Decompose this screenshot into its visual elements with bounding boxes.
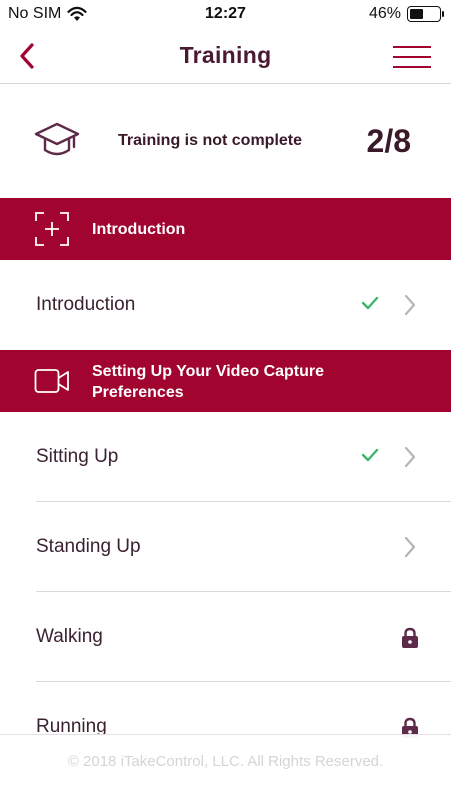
video-camera-icon [34, 369, 69, 393]
section-title: Setting Up Your Video Capture Preference… [92, 363, 325, 401]
training-status-text: Training is not complete [118, 132, 303, 149]
chevron-right-icon [404, 446, 416, 468]
menu-button[interactable] [393, 44, 433, 70]
list-item-walking[interactable]: Walking [0, 592, 451, 682]
check-icon [361, 448, 379, 462]
chevron-right-icon [404, 536, 416, 558]
page-title: Training [179, 42, 272, 68]
list-item-label: Walking [36, 626, 103, 647]
list-item-label: Sitting Up [36, 446, 119, 467]
graduation-cap-icon [34, 122, 80, 156]
copyright-text: © 2018 iTakeControl, LLC. All Rights Res… [67, 753, 384, 770]
battery-level-fill [410, 9, 423, 19]
list-item-standing-up[interactable]: Standing Up [0, 502, 451, 592]
lock-icon [402, 627, 418, 648]
section-header-video-capture: Setting Up Your Video Capture Preference… [0, 350, 451, 412]
battery-percent: 46% [368, 5, 401, 22]
focus-plus-icon [35, 212, 69, 246]
list-item-label: Standing Up [36, 536, 141, 557]
chevron-right-icon [404, 294, 416, 316]
list-item-label: Introduction [36, 294, 136, 315]
section-title: Introduction [92, 221, 186, 238]
training-progress-count: 2/8 [366, 123, 411, 159]
battery-icon [407, 6, 444, 22]
list-item-introduction[interactable]: Introduction [0, 260, 451, 350]
footer: © 2018 iTakeControl, LLC. All Rights Res… [0, 734, 451, 800]
list-item-sitting-up[interactable]: Sitting Up [0, 412, 451, 502]
training-summary: Training is not complete 2/8 [0, 85, 451, 198]
nav-bar: Training [0, 30, 451, 84]
status-bar: No SIM 12:27 46% [0, 0, 451, 30]
check-icon [361, 296, 379, 310]
section-header-introduction: Introduction [0, 198, 451, 260]
battery-group: 46% [368, 5, 444, 23]
